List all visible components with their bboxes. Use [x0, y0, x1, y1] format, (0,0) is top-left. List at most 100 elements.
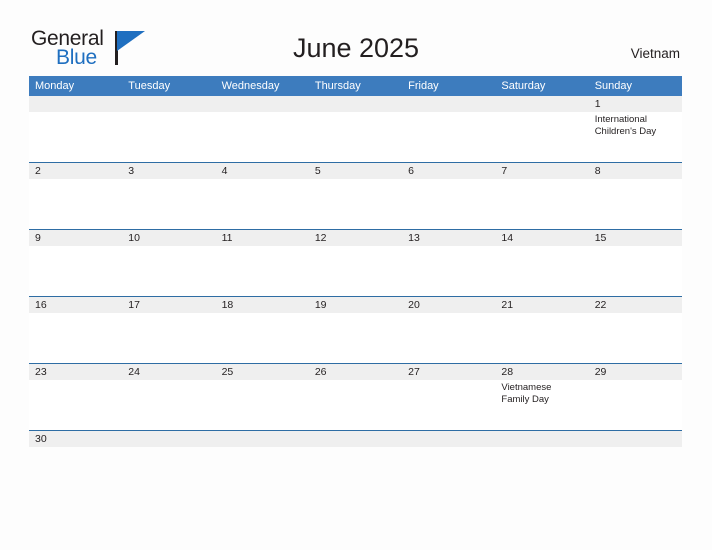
calendar-day-cell[interactable]: 12: [308, 230, 403, 296]
day-number: 23: [29, 364, 123, 380]
calendar-day-cell[interactable]: 3: [122, 163, 216, 229]
week-cells: 16 17 18 19 20 21 22: [29, 297, 682, 363]
calendar-grid: Monday Tuesday Wednesday Thursday Friday Satu…: [29, 76, 682, 447]
calendar-day-cell-empty: [122, 96, 216, 162]
country-label: Vietnam: [630, 46, 680, 61]
calendar-day-cell[interactable]: 18: [215, 297, 309, 363]
holiday-event: Vietnamese Family Day: [501, 382, 552, 405]
day-number: [215, 431, 309, 447]
day-number: [588, 431, 682, 447]
calendar-day-cell-empty: [122, 431, 216, 447]
day-number: 18: [215, 297, 309, 313]
day-number: 9: [29, 230, 123, 246]
day-number: 25: [215, 364, 309, 380]
calendar-day-cell[interactable]: 19: [308, 297, 403, 363]
day-number: 2: [29, 163, 123, 179]
calendar-week-row: 30: [29, 430, 682, 447]
day-number: 11: [215, 230, 309, 246]
day-number: 12: [308, 230, 403, 246]
page-title: June 2025: [292, 33, 420, 63]
calendar-week-row: 1 International Children's Day: [29, 96, 682, 162]
day-number: [122, 431, 216, 447]
calendar-day-cell[interactable]: 13: [402, 230, 496, 296]
day-number: 8: [588, 163, 682, 179]
calendar-day-cell-empty: [495, 96, 589, 162]
calendar-day-cell[interactable]: 17: [122, 297, 216, 363]
day-number: 22: [588, 297, 682, 313]
calendar-day-cell[interactable]: 16: [29, 297, 123, 363]
day-number: [402, 431, 496, 447]
day-number: [495, 431, 589, 447]
week-cells: 9 10 11 12 13 14 15: [29, 230, 682, 296]
day-number: [308, 96, 403, 112]
day-number: 10: [122, 230, 216, 246]
weekday-header-row: Monday Tuesday Wednesday Thursday Friday Satu…: [29, 76, 682, 96]
day-number: 29: [588, 364, 682, 380]
day-number: 20: [402, 297, 496, 313]
day-number: [215, 96, 309, 112]
calendar-day-cell[interactable]: 28 Vietnamese Family Day: [495, 364, 589, 430]
calendar-day-cell[interactable]: 14: [495, 230, 589, 296]
day-number: 1: [588, 96, 682, 112]
calendar-day-cell[interactable]: 22: [588, 297, 682, 363]
day-number: 3: [122, 163, 216, 179]
day-number: 4: [215, 163, 309, 179]
calendar-day-cell[interactable]: 23: [29, 364, 123, 430]
calendar-day-cell[interactable]: 11: [215, 230, 309, 296]
calendar-day-cell[interactable]: 15: [588, 230, 682, 296]
day-number: 5: [308, 163, 403, 179]
calendar-week-row: 16 17 18 19 20 21 22: [29, 296, 682, 363]
day-number: 26: [308, 364, 403, 380]
calendar-day-cell[interactable]: 25: [215, 364, 309, 430]
calendar-day-cell[interactable]: 7: [495, 163, 589, 229]
day-number: 7: [495, 163, 589, 179]
calendar-day-cell[interactable]: 9: [29, 230, 123, 296]
calendar-day-cell[interactable]: 20: [402, 297, 496, 363]
weekday-header-sunday: Sunday: [594, 80, 632, 92]
weekday-header-saturday: Saturday: [501, 80, 546, 92]
calendar-day-cell[interactable]: 30: [29, 431, 123, 447]
day-number: 14: [495, 230, 589, 246]
calendar-day-cell[interactable]: 1 International Children's Day: [588, 96, 682, 162]
day-number: [308, 431, 403, 447]
calendar-day-cell[interactable]: 27: [402, 364, 496, 430]
calendar-day-cell-empty: [215, 96, 309, 162]
calendar-week-row: 23 24 25 26 27 28 Vietnamese Family Day 29: [29, 363, 682, 430]
calendar-body: 1 International Children's Day 2 3 4 5 6 7 8 9 10 1…: [29, 96, 682, 447]
day-events: International Children's Day: [589, 112, 682, 137]
day-number: 19: [308, 297, 403, 313]
calendar-day-cell[interactable]: 26: [308, 364, 403, 430]
calendar-day-cell[interactable]: 21: [495, 297, 589, 363]
calendar-day-cell[interactable]: 4: [215, 163, 309, 229]
calendar-day-cell[interactable]: 5: [308, 163, 403, 229]
calendar-day-cell-empty: [308, 431, 403, 447]
calendar-day-cell-empty: [29, 96, 123, 162]
day-number: 6: [402, 163, 496, 179]
calendar-day-cell-empty: [402, 96, 496, 162]
day-events: Vietnamese Family Day: [495, 380, 588, 405]
calendar-day-cell[interactable]: 29: [588, 364, 682, 430]
day-number: [122, 96, 216, 112]
week-cells: 2345678: [29, 163, 682, 229]
day-number: 16: [29, 297, 123, 313]
page-header: General Blue June 2025 Vietnam: [0, 0, 712, 74]
day-number: 13: [402, 230, 496, 246]
calendar-day-cell-empty: [402, 431, 496, 447]
calendar-day-cell[interactable]: 6: [402, 163, 496, 229]
day-number: 21: [495, 297, 589, 313]
day-number: 17: [122, 297, 216, 313]
calendar-day-cell-empty: [215, 431, 309, 447]
weekday-header-monday: Monday: [35, 80, 75, 92]
holiday-event: International Children's Day: [594, 114, 657, 137]
calendar-day-cell-empty: [308, 96, 403, 162]
calendar-day-cell[interactable]: 2: [29, 163, 123, 229]
day-number: [29, 96, 123, 112]
day-number: 28: [495, 364, 589, 380]
weekday-header-wednesday: Wednesday: [221, 80, 280, 92]
calendar-day-cell[interactable]: 24: [122, 364, 216, 430]
calendar-day-cell[interactable]: 8: [588, 163, 682, 229]
week-cells: 23 24 25 26 27 28 Vietnamese Family Day 29: [29, 364, 682, 430]
day-number: [402, 96, 496, 112]
calendar-day-cell[interactable]: 10: [122, 230, 216, 296]
day-number: 30: [29, 431, 123, 447]
